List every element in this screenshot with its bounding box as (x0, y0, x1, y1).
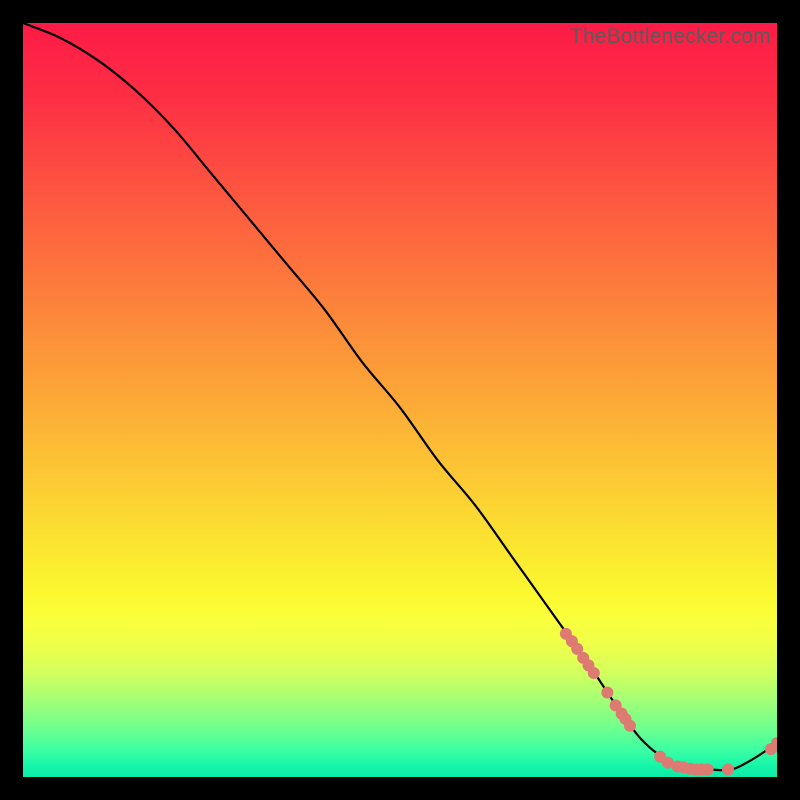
plot-area: TheBottlenecker.com (23, 23, 777, 777)
gradient-background (23, 23, 777, 777)
chart-frame: TheBottlenecker.com (0, 0, 800, 800)
watermark-text: TheBottlenecker.com (570, 25, 771, 49)
